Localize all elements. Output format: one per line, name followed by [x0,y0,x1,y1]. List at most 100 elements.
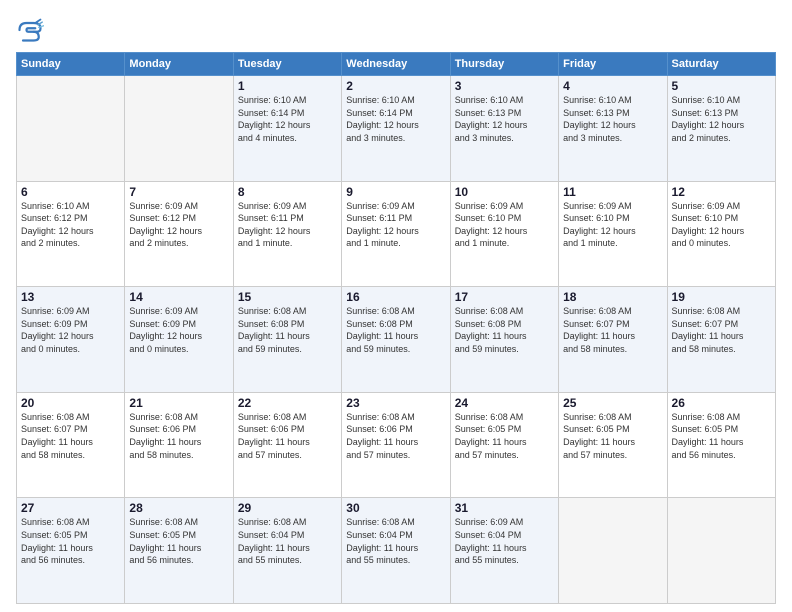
day-info: Sunrise: 6:10 AM Sunset: 6:14 PM Dayligh… [238,94,337,144]
day-number: 11 [563,185,662,199]
day-number: 19 [672,290,771,304]
weekday-header: Tuesday [233,53,341,76]
calendar-table: SundayMondayTuesdayWednesdayThursdayFrid… [16,52,776,604]
calendar-day-cell: 19Sunrise: 6:08 AM Sunset: 6:07 PM Dayli… [667,287,775,393]
day-number: 18 [563,290,662,304]
calendar-day-cell: 3Sunrise: 6:10 AM Sunset: 6:13 PM Daylig… [450,76,558,182]
day-info: Sunrise: 6:08 AM Sunset: 6:05 PM Dayligh… [129,516,228,566]
calendar-day-cell: 24Sunrise: 6:08 AM Sunset: 6:05 PM Dayli… [450,392,558,498]
weekday-header: Friday [559,53,667,76]
day-info: Sunrise: 6:09 AM Sunset: 6:09 PM Dayligh… [129,305,228,355]
day-number: 16 [346,290,445,304]
day-number: 20 [21,396,120,410]
day-number: 2 [346,79,445,93]
day-number: 30 [346,501,445,515]
calendar-day-cell: 23Sunrise: 6:08 AM Sunset: 6:06 PM Dayli… [342,392,450,498]
page: SundayMondayTuesdayWednesdayThursdayFrid… [0,0,792,612]
day-number: 23 [346,396,445,410]
day-number: 21 [129,396,228,410]
calendar-week-row: 13Sunrise: 6:09 AM Sunset: 6:09 PM Dayli… [17,287,776,393]
day-number: 25 [563,396,662,410]
day-number: 24 [455,396,554,410]
weekday-header: Sunday [17,53,125,76]
weekday-header: Wednesday [342,53,450,76]
day-info: Sunrise: 6:08 AM Sunset: 6:05 PM Dayligh… [455,411,554,461]
day-number: 17 [455,290,554,304]
day-info: Sunrise: 6:10 AM Sunset: 6:12 PM Dayligh… [21,200,120,250]
calendar-day-cell: 31Sunrise: 6:09 AM Sunset: 6:04 PM Dayli… [450,498,558,604]
calendar-day-cell: 7Sunrise: 6:09 AM Sunset: 6:12 PM Daylig… [125,181,233,287]
calendar-day-cell [667,498,775,604]
header [16,16,776,44]
weekday-header: Saturday [667,53,775,76]
day-number: 10 [455,185,554,199]
calendar-day-cell: 13Sunrise: 6:09 AM Sunset: 6:09 PM Dayli… [17,287,125,393]
calendar-day-cell: 28Sunrise: 6:08 AM Sunset: 6:05 PM Dayli… [125,498,233,604]
calendar-day-cell: 22Sunrise: 6:08 AM Sunset: 6:06 PM Dayli… [233,392,341,498]
calendar-week-row: 27Sunrise: 6:08 AM Sunset: 6:05 PM Dayli… [17,498,776,604]
day-info: Sunrise: 6:09 AM Sunset: 6:10 PM Dayligh… [672,200,771,250]
calendar-day-cell: 4Sunrise: 6:10 AM Sunset: 6:13 PM Daylig… [559,76,667,182]
day-info: Sunrise: 6:08 AM Sunset: 6:04 PM Dayligh… [346,516,445,566]
calendar-day-cell: 26Sunrise: 6:08 AM Sunset: 6:05 PM Dayli… [667,392,775,498]
day-number: 27 [21,501,120,515]
calendar-day-cell: 20Sunrise: 6:08 AM Sunset: 6:07 PM Dayli… [17,392,125,498]
logo [16,16,48,44]
day-number: 15 [238,290,337,304]
calendar-day-cell: 6Sunrise: 6:10 AM Sunset: 6:12 PM Daylig… [17,181,125,287]
day-info: Sunrise: 6:09 AM Sunset: 6:10 PM Dayligh… [563,200,662,250]
calendar-day-cell: 18Sunrise: 6:08 AM Sunset: 6:07 PM Dayli… [559,287,667,393]
calendar-day-cell: 27Sunrise: 6:08 AM Sunset: 6:05 PM Dayli… [17,498,125,604]
day-info: Sunrise: 6:08 AM Sunset: 6:07 PM Dayligh… [672,305,771,355]
calendar-day-cell: 17Sunrise: 6:08 AM Sunset: 6:08 PM Dayli… [450,287,558,393]
calendar-week-row: 6Sunrise: 6:10 AM Sunset: 6:12 PM Daylig… [17,181,776,287]
day-number: 4 [563,79,662,93]
day-info: Sunrise: 6:09 AM Sunset: 6:11 PM Dayligh… [346,200,445,250]
day-info: Sunrise: 6:08 AM Sunset: 6:08 PM Dayligh… [238,305,337,355]
day-info: Sunrise: 6:10 AM Sunset: 6:13 PM Dayligh… [672,94,771,144]
weekday-header: Monday [125,53,233,76]
day-number: 26 [672,396,771,410]
calendar-week-row: 20Sunrise: 6:08 AM Sunset: 6:07 PM Dayli… [17,392,776,498]
calendar-day-cell: 14Sunrise: 6:09 AM Sunset: 6:09 PM Dayli… [125,287,233,393]
calendar-day-cell: 1Sunrise: 6:10 AM Sunset: 6:14 PM Daylig… [233,76,341,182]
day-info: Sunrise: 6:08 AM Sunset: 6:07 PM Dayligh… [21,411,120,461]
day-info: Sunrise: 6:08 AM Sunset: 6:07 PM Dayligh… [563,305,662,355]
day-info: Sunrise: 6:08 AM Sunset: 6:05 PM Dayligh… [21,516,120,566]
day-number: 13 [21,290,120,304]
calendar-day-cell: 2Sunrise: 6:10 AM Sunset: 6:14 PM Daylig… [342,76,450,182]
day-info: Sunrise: 6:08 AM Sunset: 6:06 PM Dayligh… [129,411,228,461]
day-number: 6 [21,185,120,199]
day-info: Sunrise: 6:08 AM Sunset: 6:08 PM Dayligh… [346,305,445,355]
calendar-day-cell: 11Sunrise: 6:09 AM Sunset: 6:10 PM Dayli… [559,181,667,287]
day-info: Sunrise: 6:09 AM Sunset: 6:09 PM Dayligh… [21,305,120,355]
calendar-day-cell [559,498,667,604]
calendar-week-row: 1Sunrise: 6:10 AM Sunset: 6:14 PM Daylig… [17,76,776,182]
day-number: 12 [672,185,771,199]
day-info: Sunrise: 6:10 AM Sunset: 6:13 PM Dayligh… [455,94,554,144]
day-info: Sunrise: 6:08 AM Sunset: 6:08 PM Dayligh… [455,305,554,355]
calendar-day-cell: 15Sunrise: 6:08 AM Sunset: 6:08 PM Dayli… [233,287,341,393]
day-info: Sunrise: 6:08 AM Sunset: 6:06 PM Dayligh… [238,411,337,461]
day-number: 7 [129,185,228,199]
calendar-day-cell: 9Sunrise: 6:09 AM Sunset: 6:11 PM Daylig… [342,181,450,287]
day-info: Sunrise: 6:09 AM Sunset: 6:11 PM Dayligh… [238,200,337,250]
logo-icon [16,16,44,44]
day-info: Sunrise: 6:09 AM Sunset: 6:10 PM Dayligh… [455,200,554,250]
day-info: Sunrise: 6:10 AM Sunset: 6:13 PM Dayligh… [563,94,662,144]
day-info: Sunrise: 6:08 AM Sunset: 6:05 PM Dayligh… [563,411,662,461]
calendar-day-cell: 10Sunrise: 6:09 AM Sunset: 6:10 PM Dayli… [450,181,558,287]
calendar-day-cell: 8Sunrise: 6:09 AM Sunset: 6:11 PM Daylig… [233,181,341,287]
day-number: 8 [238,185,337,199]
calendar-day-cell: 25Sunrise: 6:08 AM Sunset: 6:05 PM Dayli… [559,392,667,498]
calendar-day-cell: 5Sunrise: 6:10 AM Sunset: 6:13 PM Daylig… [667,76,775,182]
calendar-day-cell [17,76,125,182]
day-number: 29 [238,501,337,515]
calendar-day-cell: 16Sunrise: 6:08 AM Sunset: 6:08 PM Dayli… [342,287,450,393]
day-number: 9 [346,185,445,199]
day-number: 28 [129,501,228,515]
day-number: 22 [238,396,337,410]
calendar-day-cell: 12Sunrise: 6:09 AM Sunset: 6:10 PM Dayli… [667,181,775,287]
weekday-header: Thursday [450,53,558,76]
calendar-day-cell: 30Sunrise: 6:08 AM Sunset: 6:04 PM Dayli… [342,498,450,604]
